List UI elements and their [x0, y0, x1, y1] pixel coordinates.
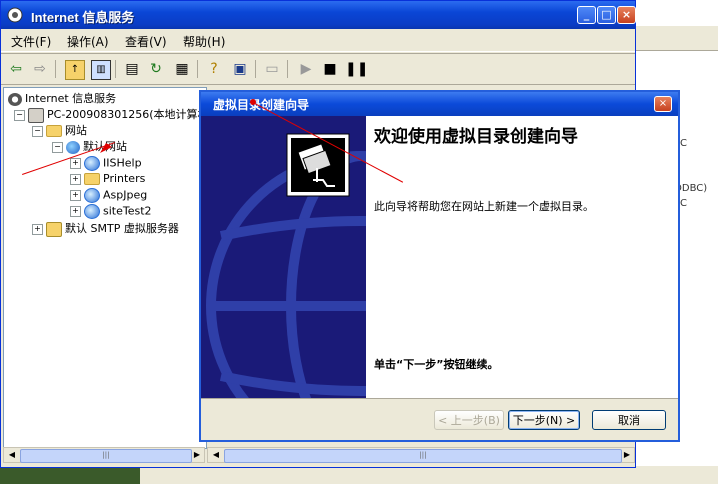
title-bar[interactable]: Internet 信息服务 _ □ ×	[1, 1, 636, 29]
desktop-strip	[0, 466, 718, 484]
tree-node-root[interactable]: Internet 信息服务	[8, 90, 116, 106]
window-title: Internet 信息服务	[31, 10, 135, 25]
tree-label: IISHelp	[103, 156, 142, 170]
cancel-button[interactable]: 取消	[592, 410, 666, 430]
website-globe-icon	[66, 140, 80, 154]
scroll-right-arrow-icon[interactable]: ▶	[620, 449, 634, 461]
tree-label: AspJpeg	[103, 188, 148, 202]
collapse-toggle[interactable]: −	[14, 109, 25, 121]
scroll-thumb[interactable]: |||	[20, 449, 192, 463]
tree-view: Internet 信息服务 − PC-200908301256(本地计算机) − 网…	[3, 87, 207, 449]
background-header	[636, 26, 718, 51]
expand-toggle[interactable]: +	[70, 158, 81, 169]
virtual-directory-icon	[84, 204, 100, 219]
toolbar-separator	[255, 60, 256, 78]
wizard-title: 虚拟目录创建向导	[213, 98, 310, 112]
expand-toggle[interactable]: +	[70, 190, 81, 201]
tree-label: 默认 SMTP 虚拟服务器	[65, 222, 179, 235]
virtual-directory-icon	[84, 188, 100, 203]
menu-action[interactable]: 操作(A)	[67, 33, 109, 50]
close-button[interactable]: ×	[617, 6, 636, 24]
virtual-directory-icon	[84, 156, 100, 171]
maximize-button[interactable]: □	[597, 6, 616, 24]
tree-node-smtp[interactable]: + 默认 SMTP 虚拟服务器	[32, 220, 179, 237]
back-button[interactable]: < 上一步(B)	[434, 410, 504, 430]
tree-node-computer[interactable]: − PC-200908301256(本地计算机)	[14, 106, 207, 123]
smtp-server-icon	[46, 221, 62, 237]
tree-label: siteTest2	[103, 204, 152, 218]
console-icon[interactable]: ▣	[231, 60, 249, 78]
up-folder-icon[interactable]: ↑	[65, 60, 85, 80]
wizard-heading: 欢迎使用虚拟目录创建向导	[374, 127, 578, 147]
wizard-description: 此向导将帮助您在网站上新建一个虚拟目录。	[374, 200, 594, 213]
wizard-hint: 单击“下一步”按钮继续。	[374, 358, 499, 371]
toolbar-separator	[115, 60, 116, 78]
menu-file[interactable]: 文件(F)	[11, 33, 51, 50]
next-button[interactable]: 下一步(N) >	[508, 410, 580, 430]
tree-node-vdir[interactable]: + IISHelp	[70, 156, 142, 171]
toolbar-separator	[287, 60, 288, 78]
virtual-directory-wizard-dialog: 虚拟目录创建向导 × 欢迎使用虚拟目录创建向导 此向导将帮助您在网站上新建一个虚…	[199, 90, 680, 442]
menu-view[interactable]: 查看(V)	[125, 33, 167, 50]
toolbar: ⇦ ⇨ ↑ ▥ ▤ ↻ ▦ ? ▣ ▭ ▶ ■ ❚❚	[1, 53, 635, 85]
tree-node-vdir[interactable]: + AspJpeg	[70, 188, 147, 203]
menu-bar: 文件(F) 操作(A) 查看(V) 帮助(H)	[1, 29, 635, 52]
tree-node-vdir[interactable]: + Printers	[70, 172, 145, 185]
wizard-divider	[201, 398, 678, 399]
computer-icon	[28, 107, 44, 123]
expand-toggle[interactable]: +	[32, 223, 43, 235]
tree-label: Internet 信息服务	[25, 92, 117, 105]
menu-help[interactable]: 帮助(H)	[183, 33, 225, 50]
toolbar-separator	[55, 60, 56, 78]
scroll-right-arrow-icon[interactable]: ▶	[190, 449, 204, 461]
globe-graphic	[206, 133, 366, 398]
iis-root-icon	[8, 92, 22, 106]
collapse-toggle[interactable]: −	[52, 141, 63, 153]
tree-label: PC-200908301256(本地计算机)	[47, 108, 207, 121]
properties-icon[interactable]: ▤	[123, 60, 141, 78]
annotation-dot	[250, 99, 256, 105]
scroll-left-arrow-icon[interactable]: ◀	[5, 449, 19, 461]
expand-toggle[interactable]: +	[70, 173, 81, 185]
wizard-body: 欢迎使用虚拟目录创建向导 此向导将帮助您在网站上新建一个虚拟目录。 单击“下一步…	[366, 116, 678, 398]
refresh-icon[interactable]: ↻	[147, 60, 165, 78]
forward-arrow-icon[interactable]: ⇨	[31, 60, 49, 78]
folder-icon	[46, 125, 62, 137]
scroll-left-arrow-icon[interactable]: ◀	[209, 449, 223, 461]
scroll-thumb[interactable]: |||	[224, 449, 622, 463]
iis-app-icon	[7, 7, 23, 23]
tree-label: Printers	[103, 172, 146, 185]
help-icon[interactable]: ?	[205, 60, 223, 78]
wizard-banner	[201, 116, 366, 398]
minimize-button[interactable]: _	[577, 6, 596, 24]
computer-icon[interactable]: ▭	[263, 60, 281, 78]
show-tree-icon[interactable]: ▥	[91, 60, 111, 80]
collapse-toggle[interactable]: −	[32, 125, 43, 137]
tree-node-websites[interactable]: − 网站	[32, 122, 87, 138]
play-icon[interactable]: ▶	[297, 60, 315, 78]
tree-node-vdir[interactable]: + siteTest2	[70, 204, 152, 219]
content-horizontal-scrollbar[interactable]: ◀ ||| ▶	[207, 447, 635, 463]
pause-icon[interactable]: ❚❚	[345, 60, 368, 78]
export-icon[interactable]: ▦	[173, 60, 191, 78]
expand-toggle[interactable]: +	[70, 206, 81, 217]
background-text: C	[680, 138, 687, 149]
annotation-arrowhead	[100, 143, 112, 153]
tree-horizontal-scrollbar[interactable]: ◀ ||| ▶	[3, 447, 205, 463]
toolbar-separator	[197, 60, 198, 78]
wizard-close-button[interactable]: ×	[654, 96, 672, 112]
back-arrow-icon[interactable]: ⇦	[7, 60, 25, 78]
tree-label: 网站	[65, 124, 87, 137]
folder-icon	[84, 173, 100, 185]
stop-icon[interactable]: ■	[321, 60, 339, 78]
background-text: C	[680, 198, 687, 209]
